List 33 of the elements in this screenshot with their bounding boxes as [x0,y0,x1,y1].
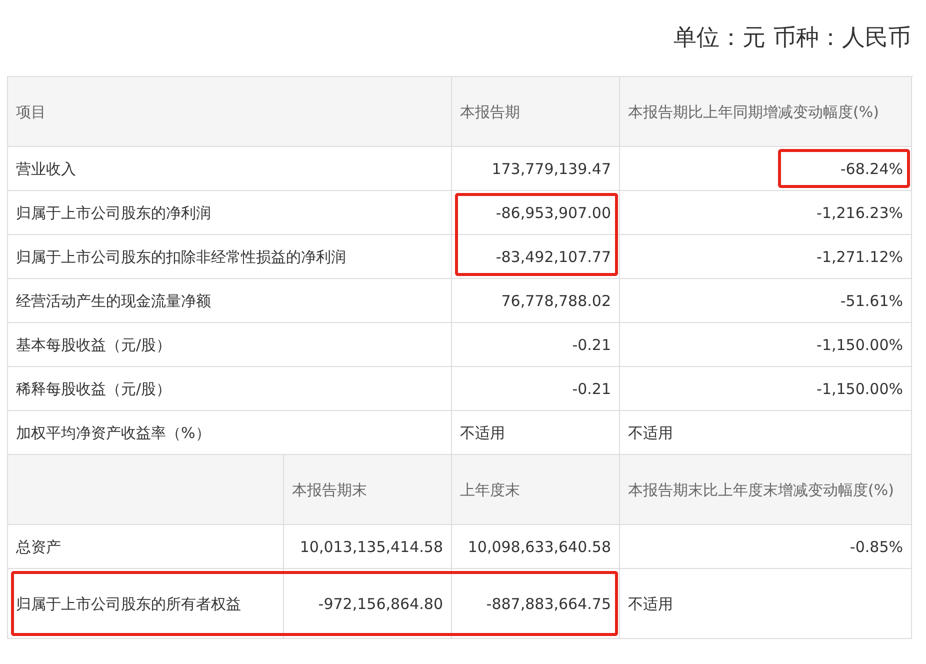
row-label: 基本每股收益（元/股） [8,323,452,367]
table-cell: -51.61% [620,279,912,323]
row-label: 营业收入 [8,147,452,191]
table-cell: -83,492,107.77 [452,235,620,279]
table-cell: -0.85% [620,525,912,569]
row-label: 总资产 [8,525,284,569]
table-cell: 不适用 [620,569,912,639]
table-cell: 10,013,135,414.58 [284,525,452,569]
table-cell: 76,778,788.02 [452,279,620,323]
row-label: 归属于上市公司股东的所有者权益 [8,569,284,639]
table-cell: -1,216.23% [620,191,912,235]
table-cell: -0.21 [452,367,620,411]
table-cell: -1,150.00% [620,367,912,411]
table-cell: -972,156,864.80 [284,569,452,639]
table-cell: -1,150.00% [620,323,912,367]
row-label: 归属于上市公司股东的净利润 [8,191,452,235]
table-cell: -887,883,664.75 [452,569,620,639]
table-cell: 173,779,139.47 [452,147,620,191]
table-cell: -86,953,907.00 [452,191,620,235]
row-label: 经营活动产生的现金流量净额 [8,279,452,323]
row-label: 稀释每股收益（元/股） [8,367,452,411]
column-header: 本报告期末 [284,455,452,525]
table-cell: -0.21 [452,323,620,367]
unit-caption: 单位：元 币种：人民币 [672,24,911,53]
table-cell: -68.24% [620,147,912,191]
column-header: 项目 [8,77,452,147]
row-label: 归属于上市公司股东的扣除非经常性损益的净利润 [8,235,452,279]
column-header: 上年度末 [452,455,620,525]
table-cell: -1,271.12% [620,235,912,279]
column-header: 本报告期 [452,77,620,147]
column-header: 本报告期末比上年度末增减变动幅度(%) [620,455,912,525]
table-cell: 10,098,633,640.58 [452,525,620,569]
column-header: 本报告期比上年同期增减变动幅度(%) [620,77,912,147]
